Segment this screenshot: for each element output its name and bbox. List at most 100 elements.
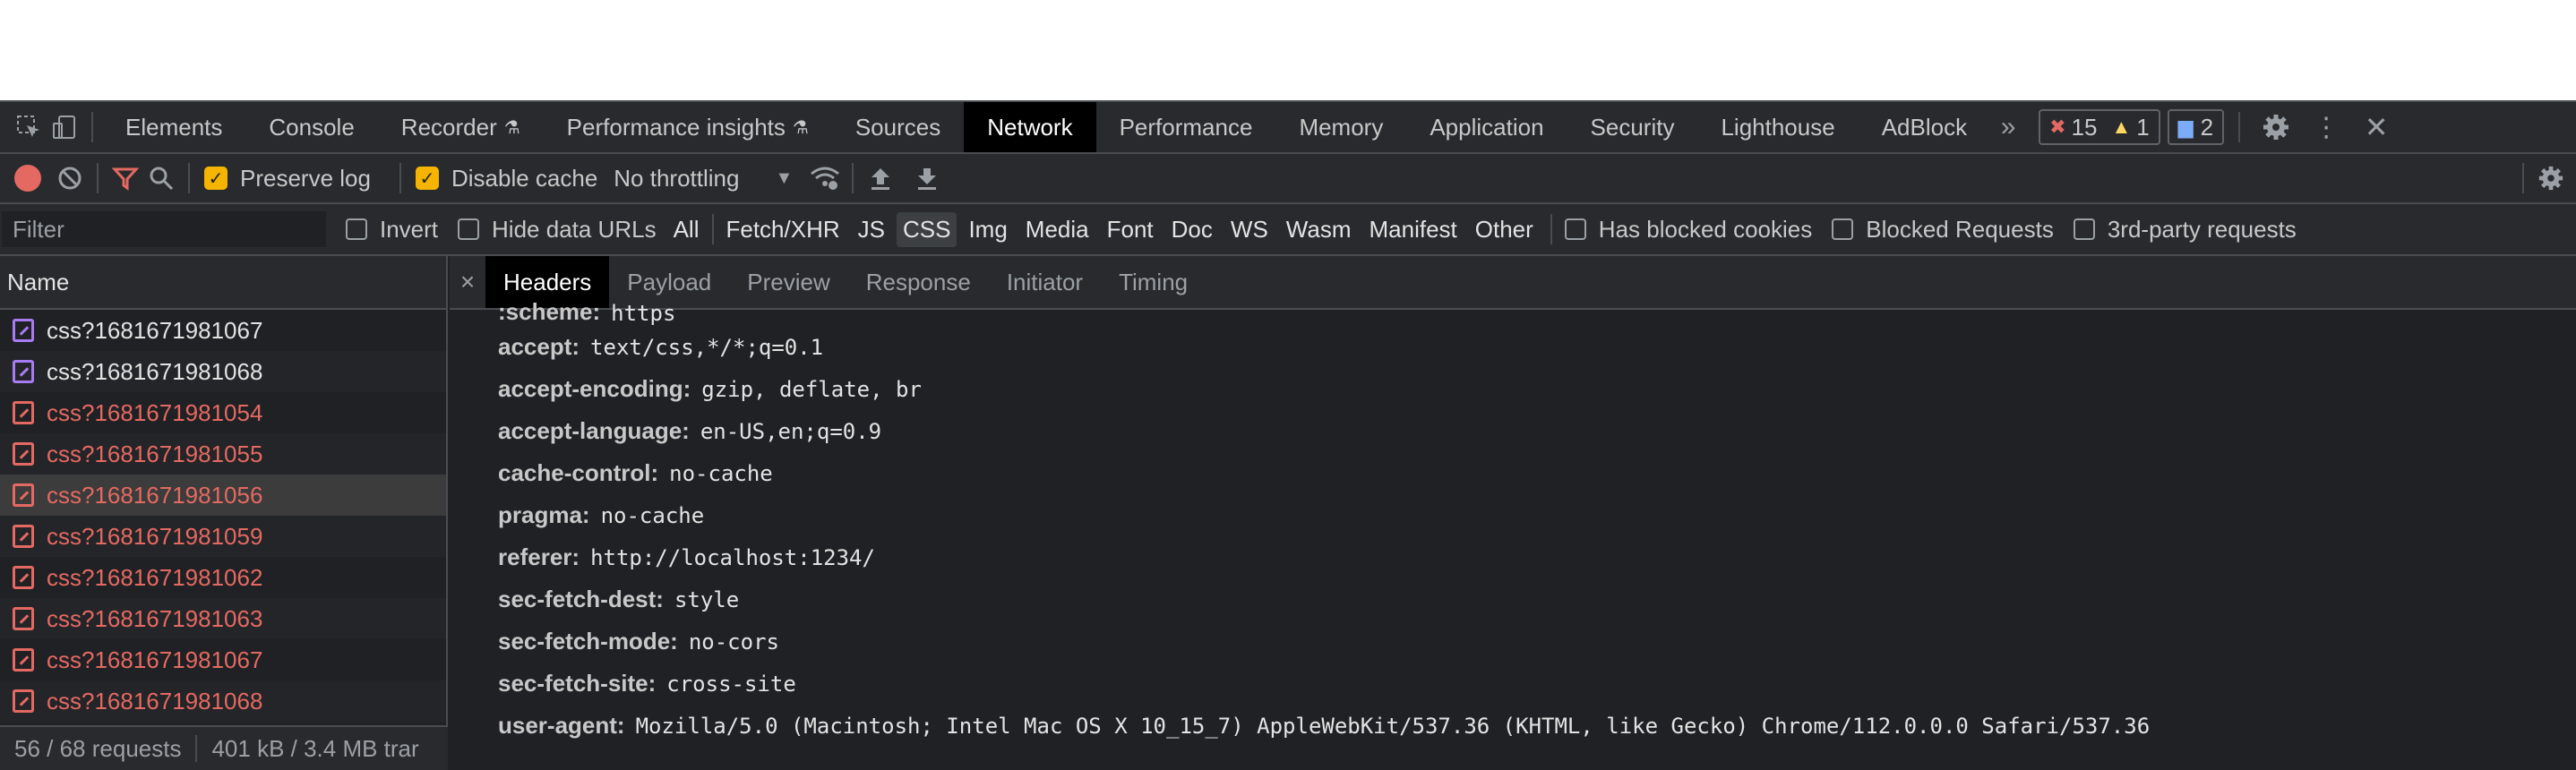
filter-type-fetch-xhr[interactable]: Fetch/XHR — [719, 212, 846, 247]
tab-memory[interactable]: Memory — [1275, 102, 1406, 152]
header-value: cross-site — [666, 671, 796, 697]
has-blocked-cookies-checkbox[interactable]: Has blocked cookies — [1564, 215, 1813, 244]
request-row[interactable]: css?1681671981062 — [0, 557, 446, 598]
request-row[interactable]: css?1681671981054 — [0, 392, 446, 433]
close-icon[interactable]: ✕ — [2358, 109, 2394, 145]
header-value: no-cache — [669, 460, 773, 486]
issues-count: 2 — [2200, 113, 2214, 141]
request-row[interactable]: css?1681671981059 — [0, 516, 446, 557]
tab-security[interactable]: Security — [1567, 102, 1698, 152]
devtools-panel: Elements Console Recorder ⚗ Performance i… — [0, 100, 2576, 770]
filter-input[interactable] — [2, 211, 326, 247]
filter-type-all[interactable]: All — [667, 212, 706, 247]
record-button[interactable] — [14, 165, 41, 192]
throttling-select[interactable]: No throttling ▼ — [614, 165, 793, 192]
tab-adblock[interactable]: AdBlock — [1859, 102, 1990, 152]
tab-console[interactable]: Console — [245, 102, 377, 152]
flask-icon: ⚗ — [503, 117, 520, 138]
import-har-icon[interactable] — [863, 160, 898, 196]
tab-network[interactable]: Network — [964, 102, 1096, 152]
tab-lighthouse[interactable]: Lighthouse — [1697, 102, 1858, 152]
filter-type-media[interactable]: Media — [1019, 212, 1095, 247]
header-value: no-cors — [688, 629, 779, 654]
header-value: en-US,en;q=0.9 — [700, 418, 882, 444]
device-toolbar-icon[interactable] — [47, 109, 82, 145]
hide-data-urls-checkbox[interactable]: Hide data URLs — [458, 216, 657, 244]
filter-type-css[interactable]: CSS — [896, 211, 957, 247]
header-value: gzip, deflate, br — [701, 376, 922, 402]
tab-elements[interactable]: Elements — [102, 102, 245, 152]
column-header-name[interactable]: Name — [0, 256, 446, 310]
stylesheet-file-icon — [13, 319, 34, 342]
invert-label: Invert — [380, 215, 439, 243]
network-summary-bar: 56 / 68 requests 401 kB / 3.4 MB trar — [0, 725, 448, 770]
divider — [188, 163, 190, 193]
request-row[interactable]: css?1681671981067 — [0, 310, 446, 351]
header-value: text/css,*/*;q=0.1 — [590, 334, 824, 360]
filter-type-manifest[interactable]: Manifest — [1363, 212, 1464, 247]
issues-button[interactable]: ▆ 2 — [2167, 109, 2225, 145]
stylesheet-file-icon — [13, 442, 34, 466]
header-row: accept-language: en-US,en;q=0.9 — [498, 410, 2150, 452]
header-value: no-cache — [600, 502, 705, 528]
request-row[interactable]: css?1681671981068 — [0, 351, 446, 392]
filter-type-wasm[interactable]: Wasm — [1280, 212, 1358, 247]
request-name: css?1681671981054 — [47, 398, 263, 426]
filter-type-doc[interactable]: Doc — [1165, 212, 1219, 247]
request-name: css?1681671981055 — [47, 440, 263, 467]
request-detail-pane: × Headers Payload Preview Response Initi… — [450, 256, 2576, 770]
tab-performance-insights[interactable]: Performance insights ⚗ — [544, 102, 832, 152]
tab-recorder[interactable]: Recorder ⚗ — [378, 102, 544, 152]
console-counts-button[interactable]: ✖ 15 ▲ 1 — [2039, 109, 2160, 145]
tab-performance[interactable]: Performance — [1096, 102, 1276, 152]
close-icon[interactable]: × — [450, 268, 485, 296]
has-blocked-cookies-label: Has blocked cookies — [1598, 215, 1813, 243]
checkbox-box — [1564, 218, 1586, 240]
header-value: http://localhost:1234/ — [590, 544, 875, 570]
kebab-menu-icon[interactable]: ⋮ — [2308, 109, 2344, 145]
search-icon[interactable] — [143, 160, 179, 196]
request-row[interactable]: css?1681671981055 — [0, 433, 446, 475]
network-settings-gear-icon[interactable] — [2533, 160, 2569, 196]
divider — [97, 163, 99, 193]
tab-application[interactable]: Application — [1406, 102, 1567, 152]
inspect-element-icon[interactable] — [11, 109, 47, 145]
filter-funnel-icon[interactable] — [107, 160, 143, 196]
header-value: Mozilla/5.0 (Macintosh; Intel Mac OS X 1… — [635, 713, 2151, 739]
request-row[interactable]: css?1681671981068 — [0, 680, 446, 722]
checkmark-icon: ✓ — [415, 167, 439, 190]
disable-cache-checkbox[interactable]: ✓ Disable cache — [415, 165, 597, 192]
third-party-requests-checkbox[interactable]: 3rd-party requests — [2073, 216, 2297, 244]
preserve-log-checkbox[interactable]: ✓ Preserve log — [204, 165, 371, 192]
network-conditions-icon[interactable] — [807, 160, 843, 196]
filter-type-js[interactable]: JS — [852, 212, 891, 247]
error-count: 15 — [2071, 113, 2098, 141]
divider — [1550, 214, 1552, 244]
filter-type-ws[interactable]: WS — [1224, 212, 1275, 247]
tab-sources[interactable]: Sources — [832, 102, 964, 152]
divider — [399, 163, 401, 193]
issues-icon: ▆ — [2177, 116, 2194, 138]
header-key: referer: — [498, 543, 580, 570]
header-key: sec-fetch-site: — [498, 670, 657, 697]
clear-icon[interactable] — [52, 160, 88, 196]
checkbox-box — [2073, 218, 2095, 240]
header-key: cache-control: — [498, 459, 659, 486]
request-list: Name css?1681671981067 css?1681671981068… — [0, 256, 448, 770]
request-row[interactable]: css?1681671981067 — [0, 639, 446, 680]
request-name: css?1681671981059 — [47, 522, 263, 550]
checkbox-box — [346, 218, 367, 240]
request-row[interactable]: css?1681671981063 — [0, 598, 446, 639]
export-har-icon[interactable] — [909, 160, 945, 196]
invert-checkbox[interactable]: Invert — [346, 216, 438, 244]
filter-type-font[interactable]: Font — [1101, 212, 1160, 247]
stylesheet-file-icon — [13, 525, 34, 548]
blocked-requests-checkbox[interactable]: Blocked Requests — [1832, 216, 2054, 244]
header-key: sec-fetch-dest: — [498, 586, 664, 612]
filter-type-img[interactable]: Img — [962, 212, 1013, 247]
divider — [91, 112, 93, 142]
settings-gear-icon[interactable] — [2258, 109, 2294, 145]
request-row-selected[interactable]: css?1681671981056 — [0, 475, 446, 516]
filter-type-other[interactable]: Other — [1469, 212, 1540, 247]
more-tabs-icon[interactable]: » — [1990, 109, 2026, 145]
